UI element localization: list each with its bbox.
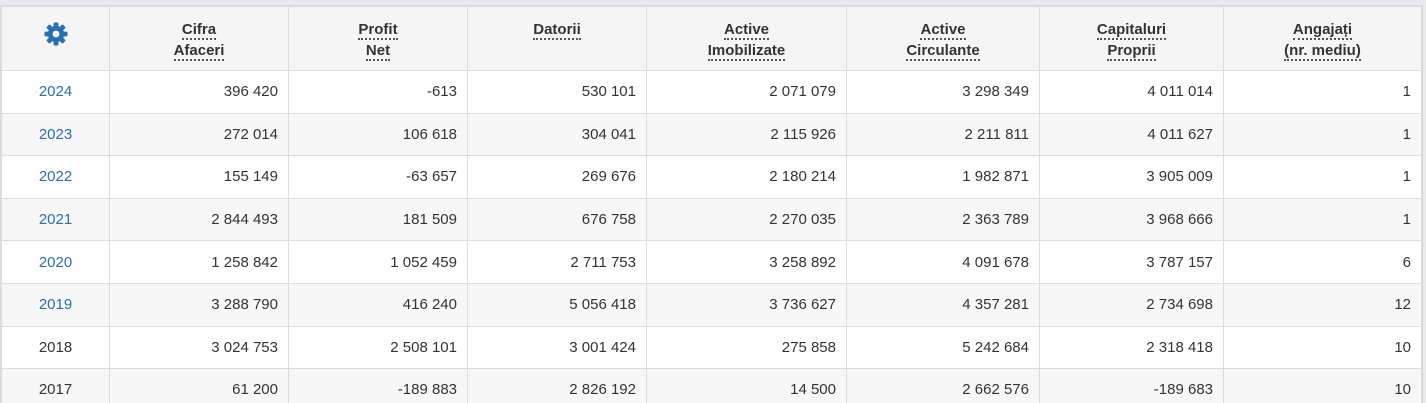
column-header-datorii[interactable]: Datorii: [468, 7, 647, 71]
value-cell: 272 014: [110, 113, 289, 156]
value-cell: -189 883: [289, 369, 468, 403]
value-cell: 61 200: [110, 369, 289, 403]
table-row: 2017 61 200-189 8832 826 19214 5002 662 5…: [2, 369, 1422, 403]
table-row: 2020 1 258 8421 052 4592 711 7533 258 892…: [2, 241, 1422, 284]
table-body: 2024 396 420-613530 1012 071 0793 298 349…: [2, 71, 1422, 403]
value-cell: 1: [1224, 156, 1422, 199]
table-row: 2019 3 288 790416 2405 056 4183 736 6274 …: [2, 283, 1422, 326]
value-cell: 2 508 101: [289, 326, 468, 369]
table-row: 2023 272 014106 618304 0412 115 9262 211 …: [2, 113, 1422, 156]
year-cell: 2021: [2, 198, 110, 241]
value-cell: 396 420: [110, 71, 289, 114]
value-cell: 4 357 281: [847, 283, 1040, 326]
value-cell: 3 736 627: [647, 283, 847, 326]
value-cell: 155 149: [110, 156, 289, 199]
year-link[interactable]: 2020: [39, 254, 72, 271]
value-cell: 3 258 892: [647, 241, 847, 284]
value-cell: 304 041: [468, 113, 647, 156]
year-link[interactable]: 2023: [39, 126, 72, 143]
year-cell: 2024: [2, 71, 110, 114]
value-cell: 2 363 789: [847, 198, 1040, 241]
value-cell: 2 662 576: [847, 369, 1040, 403]
year-link[interactable]: 2021: [39, 211, 72, 228]
value-cell: 3 024 753: [110, 326, 289, 369]
value-cell: 6: [1224, 241, 1422, 284]
value-cell: 3 787 157: [1040, 241, 1224, 284]
table-row: 2018 3 024 7532 508 1013 001 424275 8585 …: [2, 326, 1422, 369]
settings-header-cell: [2, 7, 110, 71]
value-cell: 3 298 349: [847, 71, 1040, 114]
value-cell: 1 982 871: [847, 156, 1040, 199]
year-cell: 2018: [2, 326, 110, 369]
financial-table: Cifra Afaceri Profit Net Datorii Active …: [1, 6, 1422, 403]
value-cell: 269 676: [468, 156, 647, 199]
year-label: 2017: [39, 381, 72, 398]
value-cell: -613: [289, 71, 468, 114]
value-cell: -189 683: [1040, 369, 1224, 403]
value-cell: 676 758: [468, 198, 647, 241]
year-cell: 2020: [2, 241, 110, 284]
value-cell: 12: [1224, 283, 1422, 326]
year-cell: 2023: [2, 113, 110, 156]
value-cell: 416 240: [289, 283, 468, 326]
value-cell: 1: [1224, 113, 1422, 156]
value-cell: 2 071 079: [647, 71, 847, 114]
value-cell: 2 180 214: [647, 156, 847, 199]
year-link[interactable]: 2019: [39, 296, 72, 313]
year-cell: 2019: [2, 283, 110, 326]
value-cell: 2 318 418: [1040, 326, 1224, 369]
column-header-angajati[interactable]: Angajați (nr. mediu): [1224, 7, 1422, 71]
financial-table-container: Cifra Afaceri Profit Net Datorii Active …: [0, 5, 1423, 403]
value-cell: 1 258 842: [110, 241, 289, 284]
column-header-active-imobilizate[interactable]: Active Imobilizate: [647, 7, 847, 71]
value-cell: 1: [1224, 198, 1422, 241]
value-cell: 4 011 014: [1040, 71, 1224, 114]
value-cell: 5 056 418: [468, 283, 647, 326]
value-cell: 3 001 424: [468, 326, 647, 369]
value-cell: 2 826 192: [468, 369, 647, 403]
value-cell: 5 242 684: [847, 326, 1040, 369]
value-cell: 4 011 627: [1040, 113, 1224, 156]
year-cell: 2022: [2, 156, 110, 199]
value-cell: 2 270 035: [647, 198, 847, 241]
table-row: 2024 396 420-613530 1012 071 0793 298 349…: [2, 71, 1422, 114]
column-header-cifra-afaceri[interactable]: Cifra Afaceri: [110, 7, 289, 71]
value-cell: 2 711 753: [468, 241, 647, 284]
table-header-row: Cifra Afaceri Profit Net Datorii Active …: [2, 7, 1422, 71]
value-cell: 3 968 666: [1040, 198, 1224, 241]
year-link[interactable]: 2022: [39, 168, 72, 185]
value-cell: 181 509: [289, 198, 468, 241]
value-cell: 1: [1224, 71, 1422, 114]
value-cell: 530 101: [468, 71, 647, 114]
value-cell: -63 657: [289, 156, 468, 199]
value-cell: 3 288 790: [110, 283, 289, 326]
year-label: 2018: [39, 339, 72, 356]
table-row: 2022 155 149-63 657269 6762 180 2141 982 …: [2, 156, 1422, 199]
value-cell: 1 052 459: [289, 241, 468, 284]
gear-icon[interactable]: [2, 21, 109, 47]
table-row: 2021 2 844 493181 509676 7582 270 0352 36…: [2, 198, 1422, 241]
value-cell: 275 858: [647, 326, 847, 369]
value-cell: 14 500: [647, 369, 847, 403]
year-cell: 2017: [2, 369, 110, 403]
value-cell: 106 618: [289, 113, 468, 156]
value-cell: 2 115 926: [647, 113, 847, 156]
value-cell: 10: [1224, 326, 1422, 369]
year-link[interactable]: 2024: [39, 83, 72, 100]
column-header-capitaluri-proprii[interactable]: Capitaluri Proprii: [1040, 7, 1224, 71]
column-header-active-circulante[interactable]: Active Circulante: [847, 7, 1040, 71]
value-cell: 10: [1224, 369, 1422, 403]
value-cell: 2 734 698: [1040, 283, 1224, 326]
value-cell: 2 844 493: [110, 198, 289, 241]
column-header-profit-net[interactable]: Profit Net: [289, 7, 468, 71]
value-cell: 2 211 811: [847, 113, 1040, 156]
value-cell: 4 091 678: [847, 241, 1040, 284]
value-cell: 3 905 009: [1040, 156, 1224, 199]
